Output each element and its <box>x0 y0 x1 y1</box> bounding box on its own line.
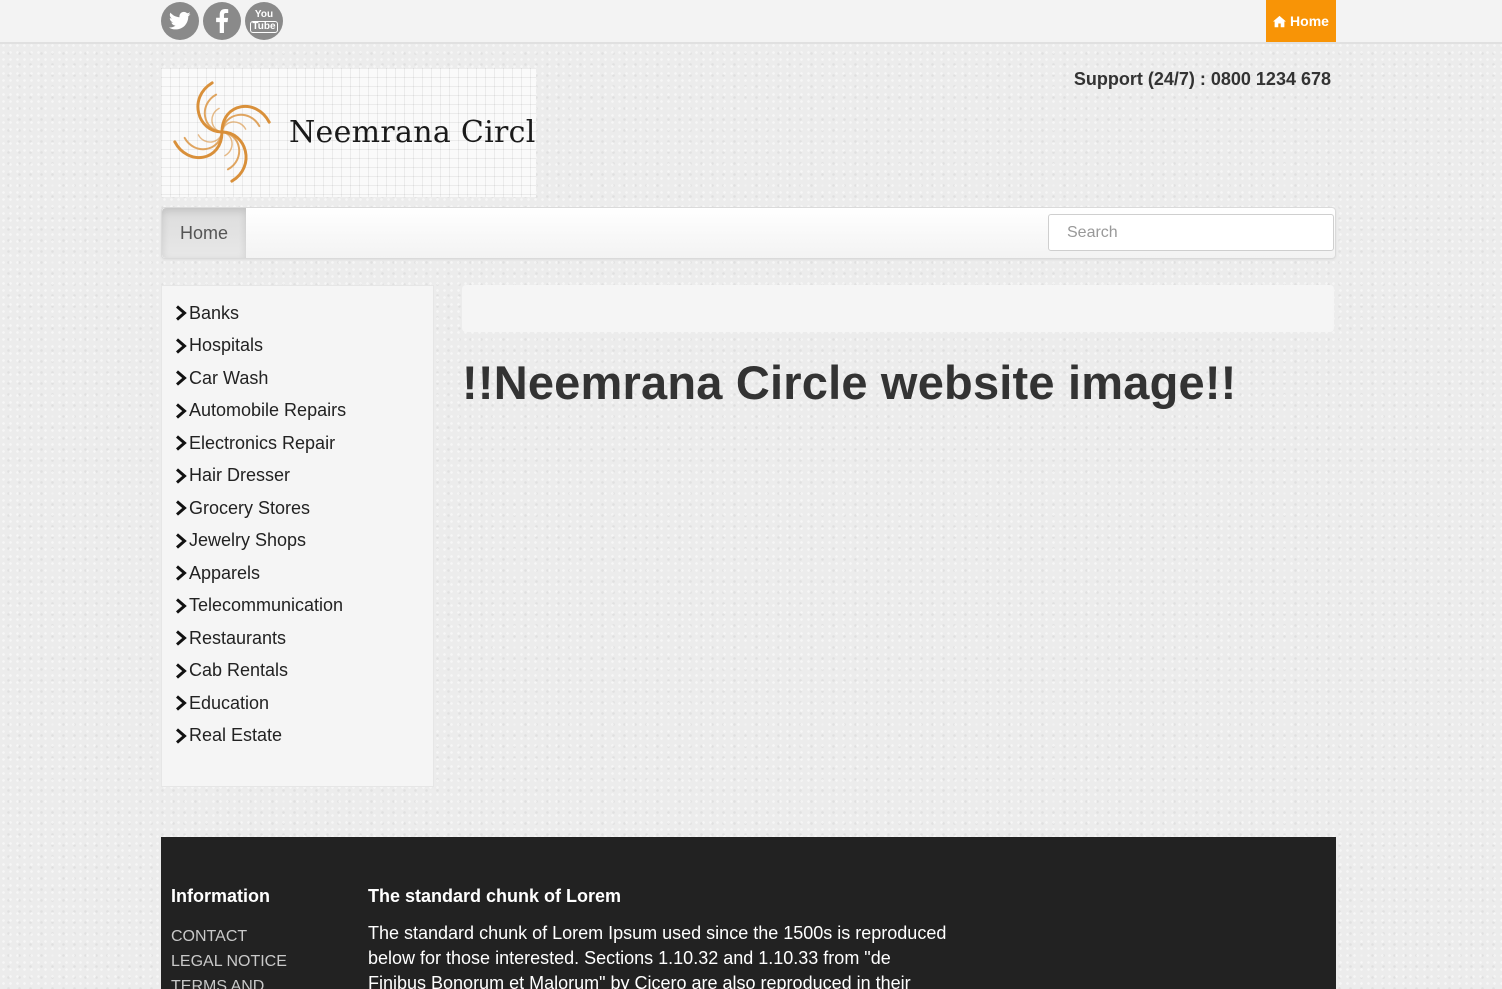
support-phone: Support (24/7) : 0800 1234 678 <box>1073 69 1331 89</box>
site-logo[interactable]: Neemrana Circle <box>161 68 536 197</box>
youtube-glyph: You Tube <box>250 8 278 33</box>
category-label: Real Estate <box>189 725 283 746</box>
chevron-right-icon <box>176 728 187 744</box>
content-breadcrumb-bar <box>462 285 1334 332</box>
top-home-button[interactable]: Home <box>1266 0 1336 42</box>
category-item[interactable]: Hair Dresser <box>174 460 346 493</box>
category-item[interactable]: Apparels <box>174 557 346 590</box>
swirl-logo-icon <box>173 81 271 183</box>
chevron-right-icon <box>176 533 187 549</box>
chevron-right-icon <box>176 500 187 516</box>
youtube-glyph-top: You <box>254 8 274 20</box>
footer-lorem-text: The standard chunk of Lorem Ipsum used s… <box>368 923 947 989</box>
category-label: Jewelry Shops <box>189 530 307 551</box>
chevron-right-icon <box>176 435 187 451</box>
category-label: Grocery Stores <box>189 497 311 518</box>
footer-links: CONTACT LEGAL NOTICE TERMS AND <box>171 924 287 989</box>
chevron-right-icon <box>176 565 187 581</box>
category-item[interactable]: Automobile Repairs <box>174 395 346 428</box>
chevron-right-icon <box>176 370 187 386</box>
site-footer: Information CONTACT LEGAL NOTICE TERMS AND… <box>161 837 1336 989</box>
category-sidebar: Banks Hospitals Car Wash Automobile Repairs… <box>161 285 434 787</box>
category-label: Telecommunication <box>189 595 344 616</box>
category-label: Education <box>189 692 270 713</box>
top-home-label: Home <box>1290 13 1329 29</box>
category-label: Apparels <box>189 562 261 583</box>
chevron-right-icon <box>176 403 187 419</box>
footer-link[interactable]: TERMS AND <box>171 974 287 989</box>
category-item[interactable]: Restaurants <box>174 622 346 655</box>
category-label: Automobile Repairs <box>189 400 347 421</box>
chevron-right-icon <box>176 468 187 484</box>
category-item[interactable]: Jewelry Shops <box>174 525 346 558</box>
top-bar: You Tube Home <box>0 0 1502 44</box>
category-item[interactable]: Car Wash <box>174 362 346 395</box>
category-item[interactable]: Electronics Repair <box>174 427 346 460</box>
category-label: Electronics Repair <box>189 432 336 453</box>
category-label: Cab Rentals <box>189 660 289 681</box>
chevron-right-icon <box>176 663 187 679</box>
footer-link[interactable]: CONTACT <box>171 924 287 949</box>
facebook-icon[interactable] <box>203 2 241 40</box>
footer-link[interactable]: LEGAL NOTICE <box>171 949 287 974</box>
category-item[interactable]: Real Estate <box>174 720 346 753</box>
nav-home-link[interactable]: Home <box>162 208 246 258</box>
category-list: Banks Hospitals Car Wash Automobile Repairs… <box>174 297 346 752</box>
chevron-right-icon <box>176 695 187 711</box>
category-item[interactable]: Cab Rentals <box>174 655 346 688</box>
facebook-f-glyph <box>216 9 229 33</box>
category-label: Hospitals <box>189 335 264 356</box>
twitter-icon[interactable] <box>161 2 199 40</box>
main-navbar: Home <box>161 207 1336 259</box>
chevron-right-icon <box>176 630 187 646</box>
chevron-right-icon <box>176 338 187 354</box>
footer-lorem-heading: The standard chunk of Lorem <box>368 886 622 906</box>
category-item[interactable]: Banks <box>174 297 346 330</box>
logo-text: Neemrana Circle <box>289 115 536 150</box>
search-input[interactable] <box>1048 214 1334 251</box>
category-item[interactable]: Grocery Stores <box>174 492 346 525</box>
home-icon <box>1273 15 1287 27</box>
youtube-glyph-bottom: Tube <box>250 20 278 33</box>
category-item[interactable]: Hospitals <box>174 330 346 363</box>
twitter-bird-glyph <box>169 11 191 30</box>
category-item[interactable]: Telecommunication <box>174 590 346 623</box>
category-label: Banks <box>189 302 240 323</box>
category-label: Restaurants <box>189 627 287 648</box>
chevron-right-icon <box>176 305 187 321</box>
category-item[interactable]: Education <box>174 687 346 720</box>
youtube-icon[interactable]: You Tube <box>245 2 283 40</box>
page-heading: !!Neemrana Circle website image!! <box>462 356 1237 409</box>
chevron-right-icon <box>176 598 187 614</box>
footer-info-heading: Information <box>171 886 270 906</box>
category-label: Hair Dresser <box>189 465 291 486</box>
category-label: Car Wash <box>189 367 269 388</box>
